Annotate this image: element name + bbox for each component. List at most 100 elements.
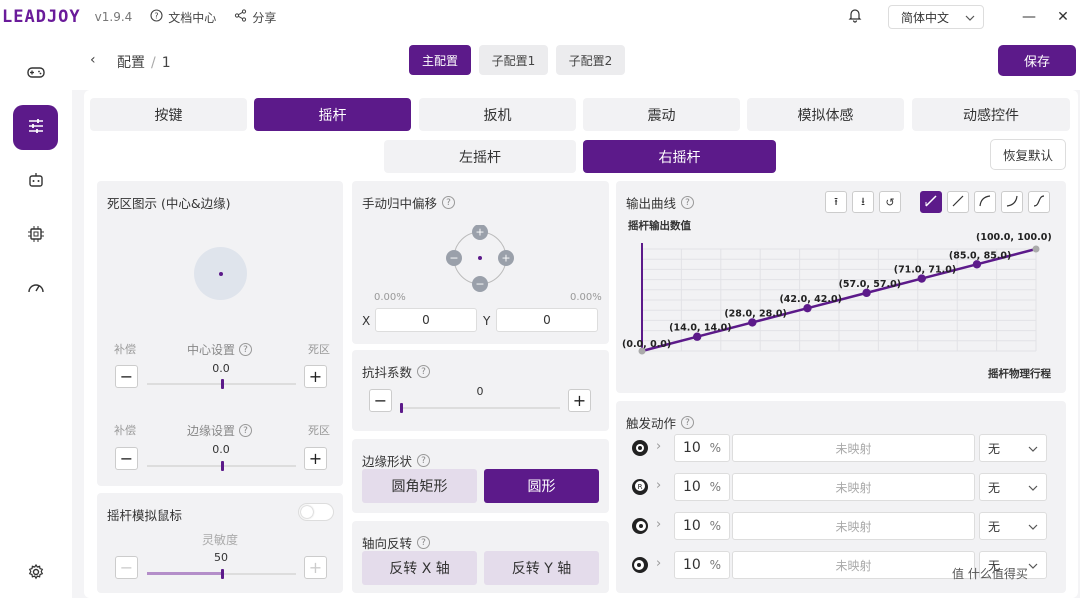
curve-preset-s[interactable] xyxy=(1028,191,1050,213)
offset-left-button[interactable]: − xyxy=(446,250,462,266)
download-icon: ⭳ xyxy=(861,194,865,208)
edge-shape-circle-button[interactable]: 圆形 xyxy=(484,469,599,503)
tab-vibration[interactable]: 震动 xyxy=(583,98,740,131)
rail-robot[interactable] xyxy=(13,159,58,204)
back-chevron-icon[interactable]: ‹ xyxy=(90,52,96,68)
rail-settings[interactable] xyxy=(13,551,58,596)
tab-trigger[interactable]: 扳机 xyxy=(419,98,576,131)
curve-point[interactable] xyxy=(803,303,812,313)
stick-mouse-title: 摇杆模拟鼠标 xyxy=(107,508,183,523)
help-circle-icon[interactable]: ? xyxy=(442,196,456,209)
invert-y-button[interactable]: 反转 Y 轴 xyxy=(484,551,599,585)
watermark: 值 什么值得买 xyxy=(952,567,1028,581)
config-tab-sub1[interactable]: 子配置1 xyxy=(479,45,548,75)
help-circle-icon[interactable]: ? xyxy=(239,343,253,356)
sensitivity-slider-handle[interactable] xyxy=(220,569,224,579)
rail-config[interactable] xyxy=(13,105,58,150)
trigger-mapping-field[interactable]: 未映射 xyxy=(732,512,975,540)
reset-curve-button[interactable]: ↺ xyxy=(879,191,901,213)
chevron-right-icon[interactable]: › xyxy=(656,439,661,454)
breadcrumb-root[interactable]: 配置 xyxy=(117,55,145,71)
curve-preset-slow[interactable] xyxy=(1001,191,1023,213)
edge-slider-handle[interactable] xyxy=(220,461,224,471)
curve-point[interactable] xyxy=(917,274,926,283)
config-tab-sub2[interactable]: 子配置2 xyxy=(556,45,625,75)
custom-curve-icon xyxy=(924,194,938,211)
help-circle-icon[interactable]: ? xyxy=(417,536,431,549)
tab-buttons[interactable]: 按键 xyxy=(90,98,247,131)
restore-default-button[interactable]: 恢复默认 xyxy=(990,139,1066,170)
chevron-right-icon[interactable]: › xyxy=(656,517,661,532)
rail-gamepad[interactable] xyxy=(13,51,58,96)
sensitivity-minus-button[interactable]: − xyxy=(115,556,138,579)
import-curve-button[interactable]: ⭳ xyxy=(852,191,874,213)
curve-point-label: (14.0, 14.0) xyxy=(669,323,731,334)
curve-point[interactable] xyxy=(972,260,982,269)
help-circle-icon[interactable]: ? xyxy=(681,416,695,429)
chevron-right-icon[interactable]: › xyxy=(656,478,661,493)
export-curve-button[interactable]: ⭱ xyxy=(825,191,847,213)
trigger-mode-select[interactable]: 无 xyxy=(979,434,1047,462)
minimize-icon[interactable]: — xyxy=(1012,9,1046,25)
rail-chip[interactable] xyxy=(13,213,58,258)
bell-icon[interactable] xyxy=(840,7,870,27)
curve-point[interactable] xyxy=(748,318,757,327)
output-curve-chart[interactable]: (0.0, 0.0) (14.0, 14.0) (28.0, 28.0) (42.0,… xyxy=(616,233,1066,363)
tab-motion-controls[interactable]: 动感控件 xyxy=(912,98,1070,131)
language-select[interactable]: 简体中文 xyxy=(888,5,984,29)
sensitivity-plus-button[interactable]: + xyxy=(304,556,327,579)
offset-up-button[interactable]: + xyxy=(472,225,488,240)
save-button[interactable]: 保存 xyxy=(998,45,1076,76)
trigger-mapping-field[interactable]: 未映射 xyxy=(732,473,975,501)
offset-right-button[interactable]: + xyxy=(498,250,514,266)
help-circle-icon[interactable]: ? xyxy=(239,424,253,437)
deadzone-card: 死区图示 (中心&边缘) 补偿 中心设置? 死区 0.0 − + 补偿 边缘设置… xyxy=(97,181,343,486)
trigger-mode-value: 无 xyxy=(988,480,1001,495)
curve-preset-custom[interactable] xyxy=(920,191,942,213)
antishake-slider-track[interactable] xyxy=(401,407,560,409)
help-circle-icon[interactable]: ? xyxy=(681,196,695,209)
curve-point[interactable] xyxy=(862,288,871,298)
subtab-left-stick[interactable]: 左摇杆 xyxy=(384,140,576,173)
help-circle-icon[interactable]: ? xyxy=(417,365,431,378)
docs-link[interactable]: ? 文档中心 xyxy=(150,9,216,26)
trigger-threshold-input[interactable]: 10% xyxy=(674,551,730,579)
offset-y-input[interactable]: 0 xyxy=(496,308,598,332)
edge-plus-button[interactable]: + xyxy=(304,447,327,470)
offset-x-input[interactable]: 0 xyxy=(375,308,477,332)
trigger-threshold-input[interactable]: 10% xyxy=(674,512,730,540)
center-minus-button[interactable]: − xyxy=(115,365,138,388)
trigger-mapping-field[interactable]: 未映射 xyxy=(732,434,975,462)
svg-text:?: ? xyxy=(155,11,159,20)
center-slider-handle[interactable] xyxy=(220,379,224,389)
tab-stick[interactable]: 摇杆 xyxy=(254,98,411,131)
config-tab-main[interactable]: 主配置 xyxy=(409,45,471,75)
share-link[interactable]: 分享 xyxy=(234,9,276,26)
stick-mouse-toggle[interactable] xyxy=(298,503,334,521)
edge-minus-button[interactable]: − xyxy=(115,447,138,470)
trigger-threshold-input[interactable]: 10% xyxy=(674,434,730,462)
trigger-mode-select[interactable]: 无 xyxy=(979,512,1047,540)
subtab-right-stick[interactable]: 右摇杆 xyxy=(583,140,776,173)
chevron-right-icon[interactable]: › xyxy=(656,556,661,571)
help-circle-icon[interactable]: ? xyxy=(417,454,431,467)
breadcrumb-separator: / xyxy=(151,55,156,71)
center-setting-title: 中心设置? xyxy=(187,341,253,358)
center-plus-button[interactable]: + xyxy=(304,365,327,388)
antishake-plus-button[interactable]: + xyxy=(568,389,591,412)
curve-point[interactable] xyxy=(692,332,702,341)
curve-preset-linear[interactable] xyxy=(947,191,969,213)
curve-point[interactable] xyxy=(1032,245,1040,253)
invert-x-button[interactable]: 反转 X 轴 xyxy=(362,551,477,585)
edge-shape-rounded-rect-button[interactable]: 圆角矩形 xyxy=(362,469,477,503)
curve-preset-fast[interactable] xyxy=(974,191,996,213)
close-icon[interactable]: ✕ xyxy=(1046,9,1080,25)
trigger-mapping-field[interactable]: 未映射 xyxy=(732,551,975,579)
trigger-threshold-input[interactable]: 10% xyxy=(674,473,730,501)
offset-down-button[interactable]: − xyxy=(472,276,488,292)
antishake-slider-handle[interactable] xyxy=(400,403,403,413)
rail-speed[interactable] xyxy=(13,267,58,312)
trigger-mode-select[interactable]: 无 xyxy=(979,473,1047,501)
tab-motion[interactable]: 模拟体感 xyxy=(747,98,904,131)
antishake-minus-button[interactable]: − xyxy=(369,389,392,412)
